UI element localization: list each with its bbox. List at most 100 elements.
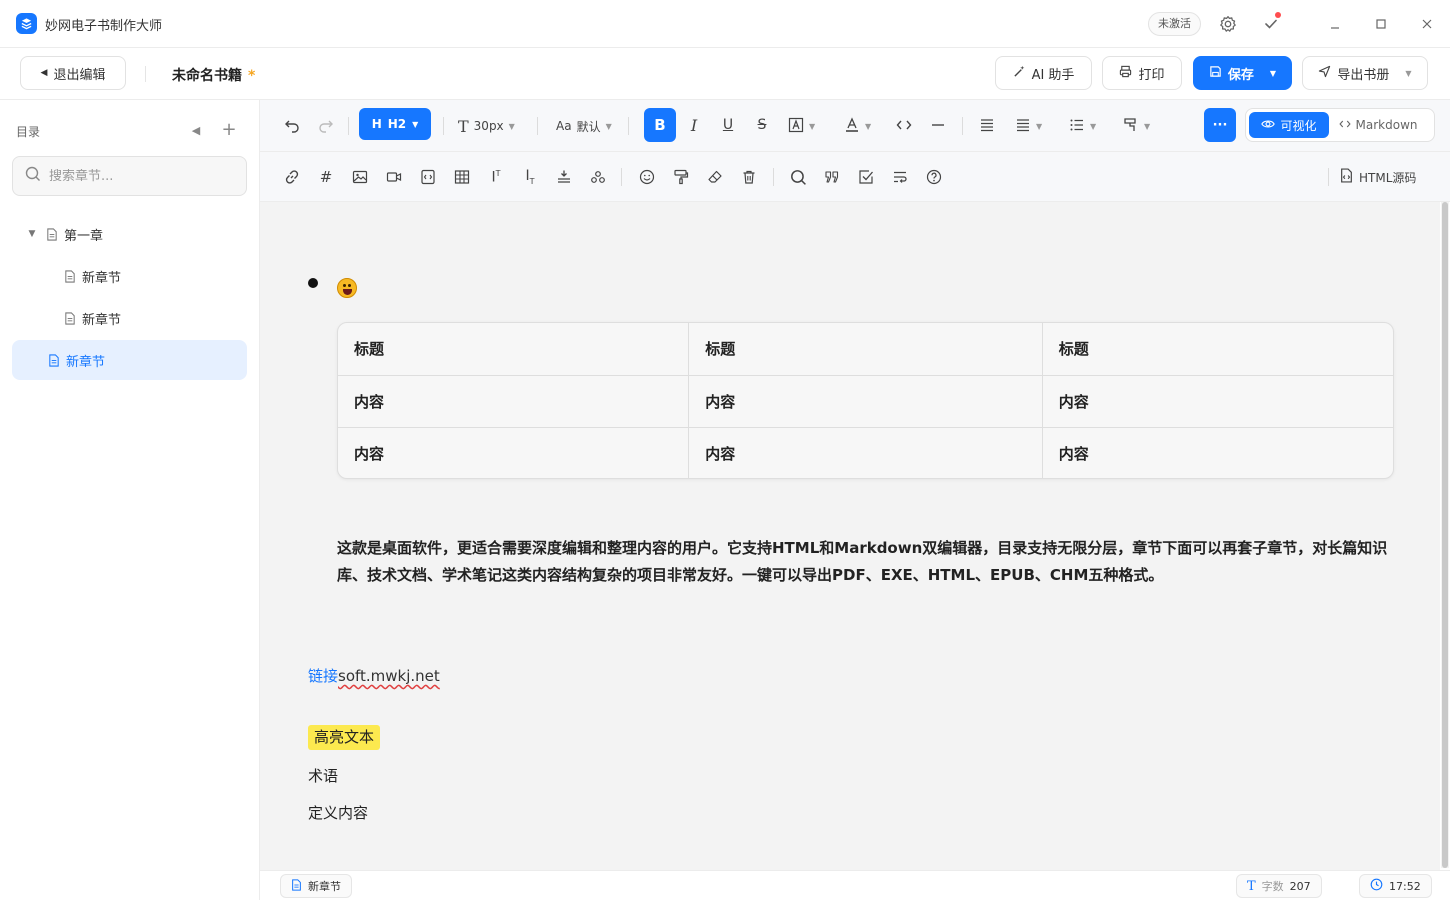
task-checkbox-icon[interactable] xyxy=(852,163,880,191)
table-cell[interactable]: 内容 xyxy=(1042,427,1393,478)
subscript-icon[interactable]: IT xyxy=(516,163,544,191)
format-painter-icon[interactable] xyxy=(667,163,695,191)
horizontal-rule-icon[interactable] xyxy=(924,111,952,139)
text-color-dropdown[interactable]: ▼ xyxy=(844,110,871,142)
print-button[interactable]: 打印 xyxy=(1102,56,1182,90)
search-icon[interactable] xyxy=(784,163,812,191)
emoji-icon[interactable] xyxy=(633,163,661,191)
close-window-icon[interactable] xyxy=(1415,12,1439,36)
inline-code-icon[interactable] xyxy=(890,111,918,139)
activation-status-badge[interactable]: 未激活 xyxy=(1148,12,1201,36)
table-cell[interactable]: 内容 xyxy=(338,375,690,428)
sidebar-item-active-section[interactable]: 新章节 xyxy=(12,340,247,380)
settings-gear-icon[interactable] xyxy=(1216,12,1240,36)
insert-block-icon[interactable] xyxy=(550,163,578,191)
word-count-value: 207 xyxy=(1289,879,1311,893)
add-chapter-icon[interactable]: + xyxy=(219,120,239,140)
highlighted-text[interactable]: 高亮文本 xyxy=(308,725,381,750)
exit-edit-button[interactable]: ◀ 退出编辑 xyxy=(20,56,126,90)
bold-paragraph[interactable]: 这款是桌面软件，更适合需要深度编辑和整理内容的用户。它支持HTML和Markdo… xyxy=(337,535,1400,589)
expand-caret-icon[interactable]: ▼ xyxy=(26,229,38,239)
redo-icon[interactable] xyxy=(312,111,340,139)
font-color-icon xyxy=(844,116,860,136)
line-spacing-icon xyxy=(1015,117,1031,136)
visual-mode-tab[interactable]: 可视化 xyxy=(1249,112,1329,138)
title-bar: 妙网电子书制作大师 未激活 xyxy=(0,0,1450,48)
hyperlink[interactable]: 链接 xyxy=(308,667,338,685)
table-header-cell[interactable]: 标题 xyxy=(1042,323,1393,376)
table-cell[interactable]: 内容 xyxy=(688,427,1043,478)
embed-code-icon[interactable] xyxy=(414,163,442,191)
font-size-dropdown[interactable]: T 30px ▼ xyxy=(458,110,515,142)
anchor-hash-icon[interactable]: # xyxy=(312,163,340,191)
chevron-down-icon: ▼ xyxy=(605,121,612,131)
italic-icon[interactable]: I xyxy=(680,111,708,139)
editor-scrollbar[interactable] xyxy=(1441,202,1449,868)
strikethrough-icon[interactable]: S xyxy=(748,111,776,139)
html-source-button[interactable]: HTML源码 xyxy=(1340,163,1416,191)
paragraph-format-dropdown[interactable]: ▼ xyxy=(1123,110,1150,142)
table-header-cell[interactable]: 标题 xyxy=(338,323,690,376)
collapse-sidebar-icon[interactable]: ◀ xyxy=(186,120,206,140)
link-url-text[interactable]: soft.mwkj.net xyxy=(338,667,440,685)
table-header-cell[interactable]: 标题 xyxy=(688,323,1043,376)
html-source-label: HTML源码 xyxy=(1359,170,1417,185)
table-icon[interactable] xyxy=(448,163,476,191)
markdown-mode-tab[interactable]: Markdown xyxy=(1329,112,1427,138)
visual-mode-label: 可视化 xyxy=(1280,118,1317,133)
maximize-window-icon[interactable] xyxy=(1369,12,1393,36)
ai-assistant-button[interactable]: AI 助手 xyxy=(995,56,1092,90)
notification-check-icon[interactable] xyxy=(1259,12,1283,36)
editor-canvas[interactable]: 标题 标题 标题 内容 内容 内容 内容 内容 内容 这款是桌面软件，更适合需要… xyxy=(260,202,1440,870)
align-justify-icon[interactable] xyxy=(973,111,1001,139)
video-icon[interactable] xyxy=(380,163,408,191)
sidebar-item-chapter-1[interactable]: ▼ 第一章 xyxy=(12,214,247,254)
book-title[interactable]: 未命名书籍 * xyxy=(172,65,255,85)
list-style-dropdown[interactable]: ▼ xyxy=(1069,110,1096,142)
table-cell[interactable]: 内容 xyxy=(688,375,1043,428)
minimize-window-icon[interactable] xyxy=(1323,12,1347,36)
format-toolbar-primary: H H2 ▼ T 30px ▼ Aa 默认 ▼ B I U S ▼ ▼ ▼ ▼ … xyxy=(260,100,1450,152)
eraser-icon[interactable] xyxy=(701,163,729,191)
chevron-down-icon[interactable]: ▼ xyxy=(1405,69,1411,78)
toc-heading: 目录 xyxy=(16,125,41,139)
current-chapter-chip[interactable]: 新章节 xyxy=(280,874,352,898)
table-cell[interactable]: 内容 xyxy=(338,427,690,478)
book-title-text: 未命名书籍 xyxy=(172,68,242,84)
bulleted-list-icon xyxy=(1069,117,1085,136)
chevron-down-icon: ▼ xyxy=(1090,121,1097,131)
chapter-search-box[interactable] xyxy=(12,156,247,196)
components-icon[interactable] xyxy=(584,163,612,191)
line-height-dropdown[interactable]: ▼ xyxy=(1015,110,1042,142)
chevron-down-icon[interactable]: ▼ xyxy=(1270,69,1276,78)
sidebar-item-section[interactable]: 新章节 xyxy=(12,298,247,338)
bold-icon[interactable]: B xyxy=(644,108,676,142)
table-row: 内容 内容 内容 xyxy=(338,427,1393,478)
more-options-button[interactable]: ··· xyxy=(1204,108,1236,142)
document-icon xyxy=(46,227,58,241)
status-bar: 新章节 T 字数 207 17:52 xyxy=(260,870,1450,900)
scrollbar-thumb[interactable] xyxy=(1442,202,1448,868)
text-wrap-icon[interactable] xyxy=(886,163,914,191)
superscript-icon[interactable]: IT xyxy=(482,163,510,191)
sidebar-item-section[interactable]: 新章节 xyxy=(12,256,247,296)
chapter-sidebar: 目录 ◀ + ▼ 第一章 新章节 新章节 新章节 xyxy=(0,100,260,900)
undo-icon[interactable] xyxy=(278,111,306,139)
underline-icon[interactable]: U xyxy=(714,111,742,139)
export-book-button[interactable]: 导出书册 ▼ xyxy=(1302,56,1428,90)
table-cell[interactable]: 内容 xyxy=(1042,375,1393,428)
content-table[interactable]: 标题 标题 标题 内容 内容 内容 内容 内容 内容 xyxy=(337,322,1394,479)
document-icon xyxy=(64,269,76,283)
heading-level-dropdown[interactable]: H H2 ▼ xyxy=(359,108,431,140)
blockquote-icon[interactable] xyxy=(818,163,846,191)
image-icon[interactable] xyxy=(346,163,374,191)
trash-icon[interactable] xyxy=(735,163,763,191)
definition-term[interactable]: 术语 xyxy=(308,765,338,786)
definition-description[interactable]: 定义内容 xyxy=(308,802,368,823)
link-icon[interactable] xyxy=(278,163,306,191)
help-icon[interactable] xyxy=(920,163,948,191)
chapter-search-input[interactable] xyxy=(49,168,229,184)
save-button[interactable]: 保存 ▼ xyxy=(1193,56,1292,90)
font-family-dropdown[interactable]: Aa 默认 ▼ xyxy=(556,110,612,142)
text-background-color-dropdown[interactable]: ▼ xyxy=(788,110,815,142)
